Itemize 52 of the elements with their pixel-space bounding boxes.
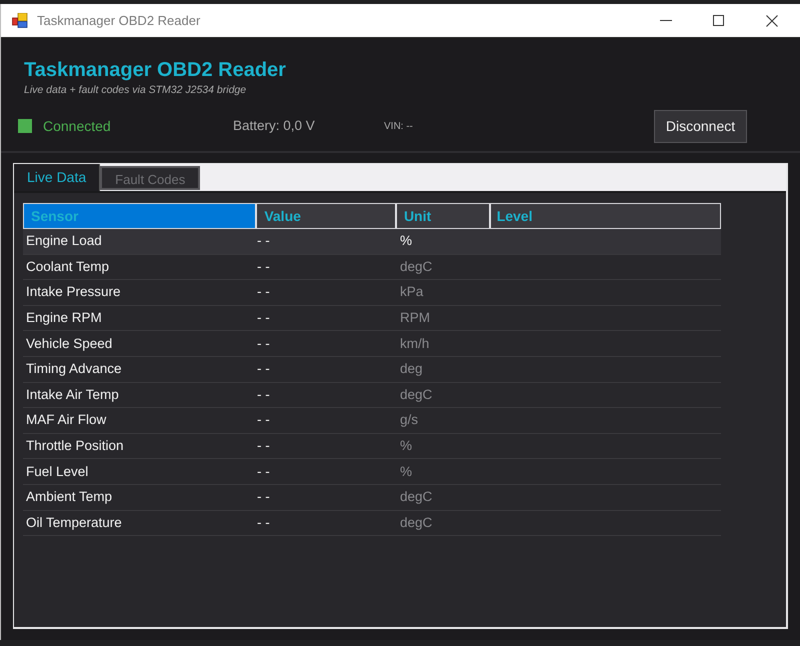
sensor-value: - - <box>257 514 270 530</box>
sensor-unit: % <box>400 464 412 479</box>
sensor-value: - - <box>257 233 270 248</box>
sensor-value: - - <box>257 361 270 376</box>
sensor-name: Engine RPM <box>26 310 102 325</box>
close-icon <box>766 14 778 26</box>
sensor-name: Coolant Temp <box>26 258 110 274</box>
sensor-value: - - <box>257 310 270 325</box>
sensor-unit: kPa <box>400 284 424 300</box>
sensor-value: - - <box>257 386 270 402</box>
sensor-value: - - <box>257 489 270 504</box>
sensor-name: Oil Temperature <box>26 514 122 530</box>
sensor-name: Throttle Position <box>26 438 124 453</box>
disconnect-button[interactable]: Disconnect <box>654 110 747 142</box>
sensor-value: - - <box>257 438 270 453</box>
sensor-unit: km/h <box>400 336 430 351</box>
sensor-value: - - <box>257 258 270 274</box>
sensor-value: - - <box>257 464 270 479</box>
table-row[interactable]: Engine Load - - % <box>23 229 721 255</box>
vin-label: VIN: -- <box>384 120 413 134</box>
maximize-icon <box>712 15 724 26</box>
minimize-icon <box>660 20 672 21</box>
table-row[interactable]: Oil Temperature - - degC <box>23 510 721 536</box>
sensor-unit: degC <box>400 386 432 402</box>
sensor-unit: degC <box>400 514 432 530</box>
sensor-unit: g/s <box>400 412 418 428</box>
sensor-unit: deg <box>400 361 423 376</box>
sensor-name: MAF Air Flow <box>26 412 106 428</box>
table-row[interactable]: Coolant Temp - - degC <box>23 254 721 280</box>
sensor-name: Timing Advance <box>26 361 122 376</box>
sensor-name: Ambient Temp <box>26 489 112 504</box>
sensor-name: Engine Load <box>26 233 102 248</box>
sensor-name: Fuel Level <box>26 464 88 479</box>
sensor-unit: degC <box>400 489 432 504</box>
battery-voltage: Battery: 0,0 V <box>233 116 316 135</box>
sensor-value: - - <box>257 336 270 351</box>
app-subtitle: Live data + fault codes via STM32 J2534 bridge <box>24 84 248 96</box>
sensor-value: - - <box>257 412 270 428</box>
app-icon <box>12 13 28 28</box>
tab[interactable]: Live Data <box>14 164 100 191</box>
sensor-unit: % <box>400 438 412 453</box>
sensor-name: Vehicle Speed <box>26 336 112 351</box>
sensor-unit: % <box>400 233 412 248</box>
sensor-name: Intake Pressure <box>26 284 121 300</box>
table-row[interactable]: Intake Air Temp - - degC <box>23 382 721 408</box>
sensor-unit: degC <box>400 258 432 274</box>
sensor-value: - - <box>257 284 270 300</box>
connection-status: Connected <box>43 116 112 136</box>
sensor-name: Intake Air Temp <box>26 386 119 402</box>
sensor-unit: RPM <box>400 310 430 325</box>
app-title: Taskmanager OBD2 Reader <box>24 58 287 82</box>
window-title: Taskmanager OBD2 Reader <box>37 12 200 30</box>
